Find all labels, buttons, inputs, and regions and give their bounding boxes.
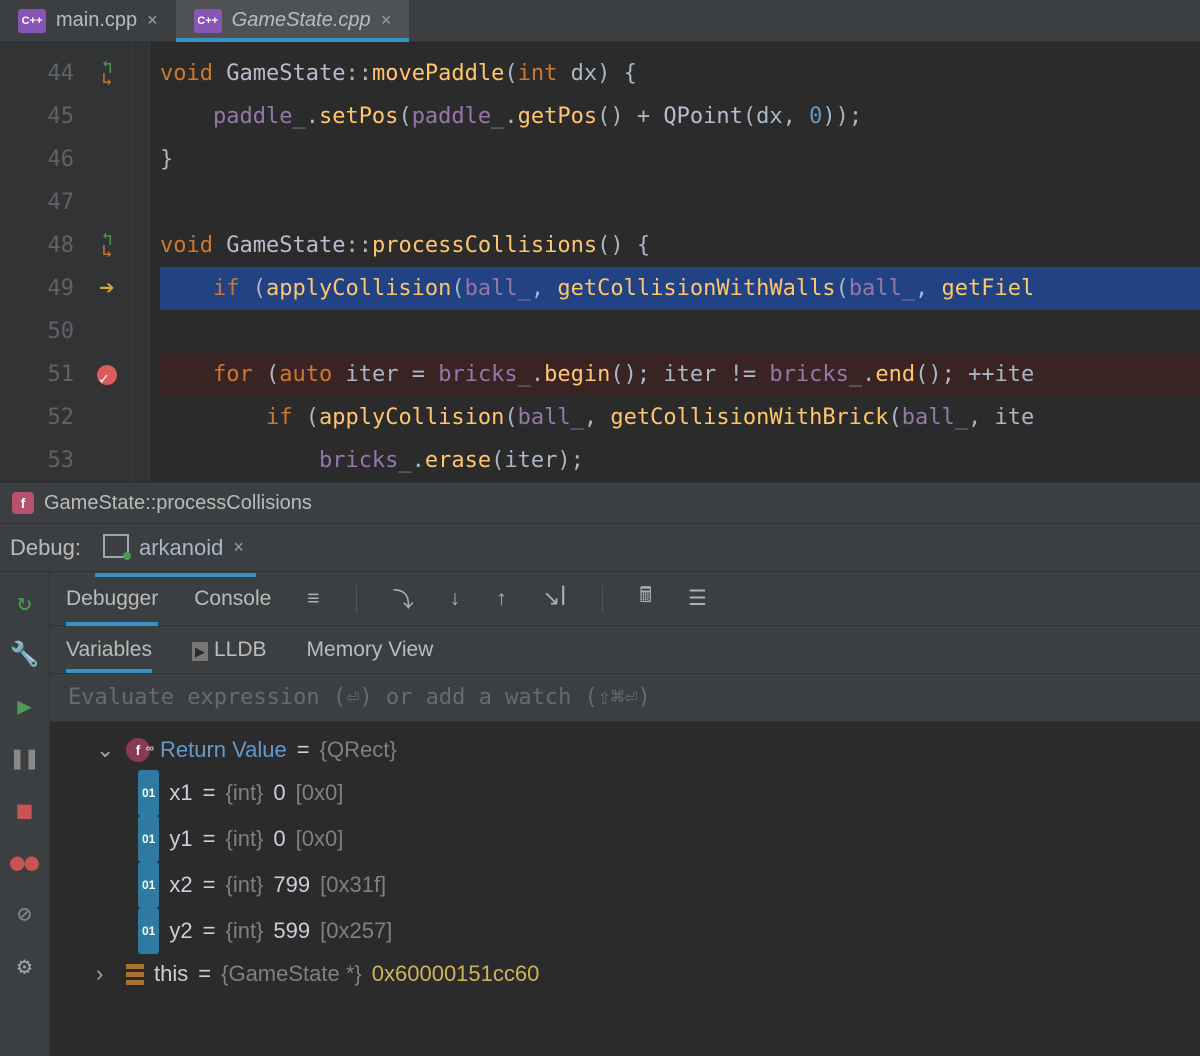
- gutter: 44 ↰↳ 45 46 47 48 ↰↳ 49 ➔ 50 51 ✓ 52 53: [0, 42, 132, 482]
- debug-label: Debug:: [10, 535, 81, 561]
- execution-point-icon: ➔: [99, 267, 115, 310]
- close-icon[interactable]: ×: [147, 10, 158, 31]
- var-name: Return Value: [160, 730, 287, 770]
- code-editor: 44 ↰↳ 45 46 47 48 ↰↳ 49 ➔ 50 51 ✓ 52 53 void…: [0, 42, 1200, 482]
- int-icon: 01: [138, 862, 159, 908]
- vcs-change-icon: ↰↳: [102, 234, 113, 258]
- line-number: 45: [38, 95, 74, 138]
- var-row-y1[interactable]: 01 y1 = {int} 0 [0x0]: [66, 816, 1184, 862]
- evaluate-placeholder: Evaluate expression (⏎) or add a watch (…: [68, 685, 651, 710]
- line-number: 50: [38, 310, 74, 353]
- tab-memory-view[interactable]: Memory View: [307, 628, 434, 672]
- breakpoints-icon[interactable]: ●●: [10, 848, 39, 876]
- line-number: 47: [38, 181, 74, 224]
- panel-tabs: Debugger Console ≡ ⤵ ↓ ↑ ↘ꟾ 🖩 ☰: [50, 572, 1200, 626]
- cpp-file-icon: C++: [18, 9, 46, 33]
- breadcrumb: f GameState::processCollisions: [0, 482, 1200, 524]
- cpp-file-icon: C++: [194, 9, 222, 33]
- code-area[interactable]: void GameState::movePaddle(int dx) { pad…: [150, 42, 1200, 482]
- var-row-x2[interactable]: 01 x2 = {int} 799 [0x31f]: [66, 862, 1184, 908]
- line-number: 44: [38, 52, 74, 95]
- var-name: x1: [169, 773, 192, 813]
- debug-session-tab[interactable]: arkanoid ×: [95, 529, 256, 567]
- close-icon[interactable]: ×: [233, 537, 244, 558]
- debug-sidebar: ↻ 🔧 ▶ ❚❚ ■ ●● ⊘ ⚙: [0, 572, 50, 1056]
- sub-tabs: Variables ▶LLDB Memory View: [50, 626, 1200, 674]
- debug-panel: ↻ 🔧 ▶ ❚❚ ■ ●● ⊘ ⚙ Debugger Console ≡ ⤵ ↓…: [0, 572, 1200, 1056]
- line-number: 51: [38, 353, 74, 396]
- function-icon: f: [12, 492, 34, 514]
- struct-icon: [126, 964, 144, 985]
- breadcrumb-text[interactable]: GameState::processCollisions: [44, 492, 312, 515]
- vcs-change-icon: ↰↳: [102, 62, 113, 86]
- layout-icon[interactable]: ☰: [688, 586, 707, 611]
- step-over-icon[interactable]: ⤵: [393, 584, 414, 614]
- mute-breakpoints-icon[interactable]: ⊘: [17, 900, 31, 928]
- var-name: y2: [169, 911, 192, 951]
- wrench-icon[interactable]: 🔧: [10, 640, 40, 668]
- calculator-icon[interactable]: 🖩: [639, 581, 652, 616]
- int-icon: 01: [138, 770, 159, 816]
- tab-debugger[interactable]: Debugger: [66, 573, 158, 625]
- session-name: arkanoid: [139, 535, 223, 561]
- tab-console[interactable]: Console: [194, 573, 271, 625]
- chevron-down-icon[interactable]: ⌄: [96, 730, 116, 770]
- function-return-icon: f: [126, 738, 150, 762]
- settings-icon[interactable]: ⚙: [17, 952, 31, 980]
- close-icon[interactable]: ×: [381, 10, 392, 31]
- line-number: 48: [38, 224, 74, 267]
- step-into-icon[interactable]: ↓: [450, 587, 461, 611]
- line-number: 52: [38, 396, 74, 439]
- resume-icon[interactable]: ▶: [17, 692, 31, 720]
- breakpoint-icon[interactable]: ✓: [97, 365, 117, 385]
- variables-tree: ⌄ f Return Value = {QRect} 01 x1 = {int}…: [50, 722, 1200, 1002]
- var-row-x1[interactable]: 01 x1 = {int} 0 [0x0]: [66, 770, 1184, 816]
- tab-variables[interactable]: Variables: [66, 628, 152, 672]
- chevron-right-icon[interactable]: ›: [96, 954, 116, 994]
- int-icon: 01: [138, 816, 159, 862]
- line-number: 46: [38, 138, 74, 181]
- threads-icon[interactable]: ≡: [307, 587, 319, 611]
- tab-label: GameState.cpp: [232, 9, 371, 32]
- line-number: 53: [38, 439, 74, 482]
- session-icon: [107, 538, 129, 558]
- var-name: this: [154, 954, 188, 994]
- tab-gamestate-cpp[interactable]: C++ GameState.cpp ×: [176, 0, 409, 41]
- stop-icon[interactable]: ■: [17, 796, 31, 824]
- evaluate-input[interactable]: Evaluate expression (⏎) or add a watch (…: [50, 674, 1200, 722]
- var-name: x2: [169, 865, 192, 905]
- file-tabs: C++ main.cpp × C++ GameState.cpp ×: [0, 0, 1200, 42]
- debug-titlebar: Debug: arkanoid ×: [0, 524, 1200, 572]
- pause-icon[interactable]: ❚❚: [10, 744, 39, 772]
- tab-main-cpp[interactable]: C++ main.cpp ×: [0, 0, 176, 41]
- line-number: 49: [38, 267, 74, 310]
- tab-label: main.cpp: [56, 9, 137, 32]
- int-icon: 01: [138, 908, 159, 954]
- run-to-cursor-icon[interactable]: ↘ꟾ: [543, 586, 567, 611]
- step-out-icon[interactable]: ↑: [496, 587, 507, 611]
- rerun-icon[interactable]: ↻: [17, 588, 31, 616]
- fold-column[interactable]: [132, 42, 150, 482]
- var-row-this[interactable]: › this = {GameState *} 0x60000151cc60: [66, 954, 1184, 994]
- var-row-return[interactable]: ⌄ f Return Value = {QRect}: [66, 730, 1184, 770]
- tab-lldb[interactable]: ▶LLDB: [192, 628, 267, 672]
- var-row-y2[interactable]: 01 y2 = {int} 599 [0x257]: [66, 908, 1184, 954]
- var-name: y1: [169, 819, 192, 859]
- debug-main: Debugger Console ≡ ⤵ ↓ ↑ ↘ꟾ 🖩 ☰ Variable…: [50, 572, 1200, 1056]
